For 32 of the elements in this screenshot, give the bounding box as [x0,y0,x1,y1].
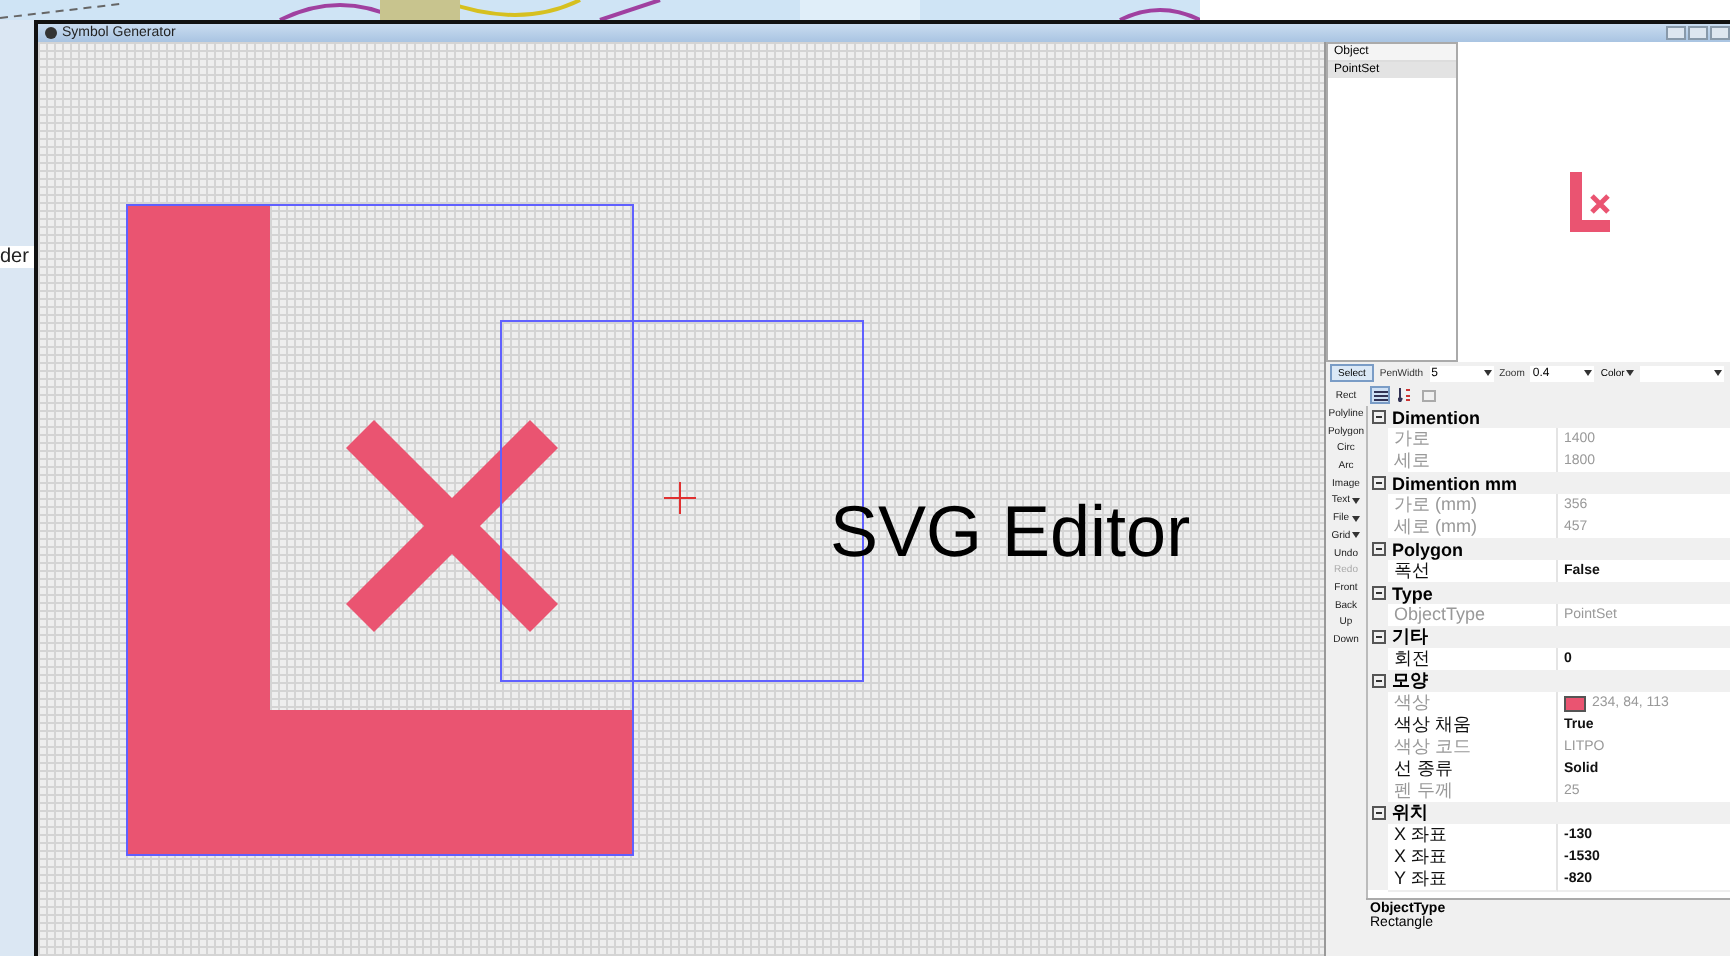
category-header[interactable]: 모양 [1368,670,1730,692]
categorized-button[interactable] [1370,386,1390,404]
caret-icon [1352,532,1361,539]
caret-icon [1351,515,1360,522]
minimize-button[interactable] [1666,26,1686,40]
category-header[interactable]: Dimention mm [1368,472,1730,494]
color-field[interactable] [1640,365,1725,381]
caret-icon [1584,370,1593,376]
category-header[interactable]: 위치 [1368,802,1730,824]
category-header[interactable]: 기타 [1368,626,1730,648]
collapse-icon [1372,476,1386,490]
caret-icon [1483,370,1492,376]
caret-icon [1714,370,1723,376]
crosshair-icon [663,481,697,515]
collapse-icon [1372,674,1386,688]
category-header[interactable]: Type [1368,582,1730,604]
caret-icon [1626,370,1635,376]
collapse-icon [1372,410,1386,424]
collapse-icon [1372,586,1386,600]
cross-shape[interactable] [346,420,558,632]
collapse-icon [1372,630,1386,644]
caret-icon [1352,497,1361,504]
window-text: der [0,246,34,268]
app-icon [44,26,58,40]
close-button[interactable] [1710,26,1730,40]
collapse-icon [1372,542,1386,556]
alphabetical-button[interactable] [1394,386,1414,404]
property-name: Y 좌표 [1388,868,1558,892]
category-header[interactable]: Dimention [1368,406,1730,428]
category-header[interactable]: Polygon [1368,538,1730,560]
collapse-icon [1372,806,1386,820]
maximize-button[interactable] [1688,26,1708,40]
